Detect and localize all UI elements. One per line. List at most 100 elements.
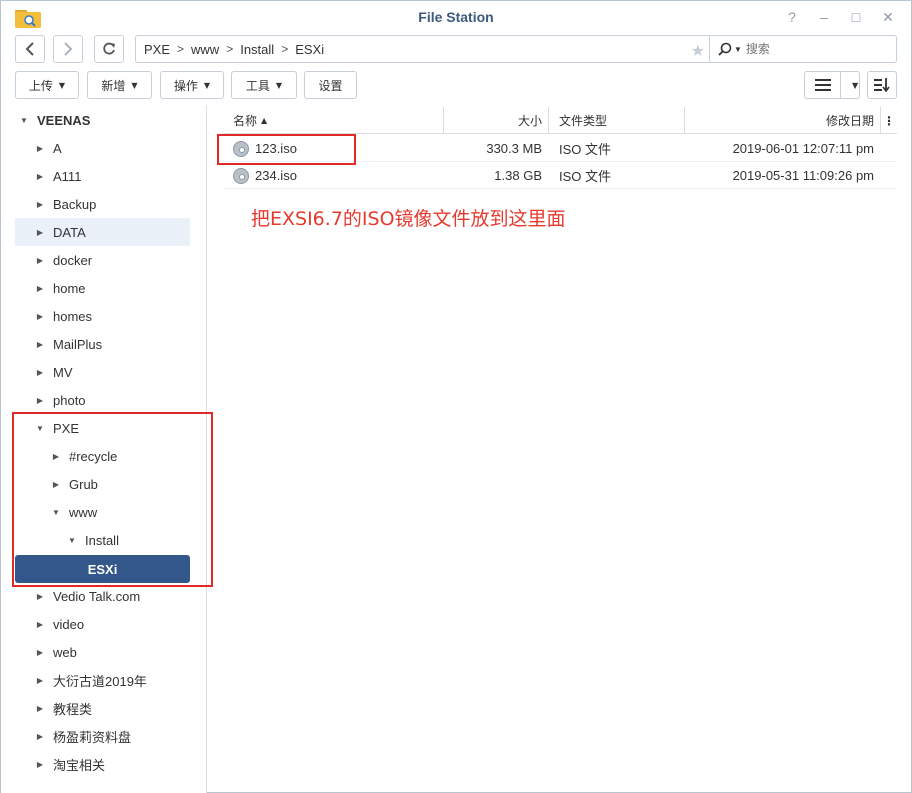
chevron-down-icon[interactable]: ▼ xyxy=(852,81,858,90)
breadcrumb-item-pxe[interactable]: PXE xyxy=(144,42,170,57)
chevron-left-icon xyxy=(25,42,34,56)
sidebar-item-a[interactable]: ▶ A xyxy=(15,134,190,162)
more-vertical-icon: ⋮ xyxy=(883,113,895,128)
back-button[interactable] xyxy=(15,35,45,63)
forward-button[interactable] xyxy=(53,35,83,63)
file-size: 1.38 GB xyxy=(494,168,542,183)
collapsed-arrow-icon[interactable]: ▶ xyxy=(35,760,45,769)
sidebar-item-label: web xyxy=(53,644,77,660)
tools-button[interactable]: 工具 ▼ xyxy=(231,71,297,99)
chevron-right-icon: > xyxy=(226,42,234,56)
column-header-name[interactable]: 名称 ▲ xyxy=(233,107,433,134)
collapsed-arrow-icon[interactable]: ▶ xyxy=(35,620,45,629)
sidebar-root[interactable]: ▼ VEENAS xyxy=(19,113,90,128)
file-station-window: File Station ? – □ ✕ PXE > www > Install… xyxy=(0,0,912,793)
collapsed-arrow-icon[interactable]: ▶ xyxy=(35,172,45,181)
sidebar-item-label: 教程类 xyxy=(53,701,93,717)
sort-button[interactable] xyxy=(867,71,897,99)
sidebar-item-label: 淘宝相关 xyxy=(53,757,106,773)
file-type: ISO 文件 xyxy=(559,142,612,157)
sidebar-item-web[interactable]: ▶ web xyxy=(15,638,190,666)
refresh-button[interactable] xyxy=(94,35,124,63)
star-icon[interactable]: ★ xyxy=(691,41,705,61)
search-box: ▼ xyxy=(709,35,897,63)
collapsed-arrow-icon[interactable]: ▶ xyxy=(35,732,45,741)
window-title: File Station xyxy=(418,9,494,25)
sidebar-item-homes[interactable]: ▶ homes xyxy=(15,302,190,330)
sort-icon xyxy=(874,78,890,92)
collapsed-arrow-icon[interactable]: ▶ xyxy=(35,340,45,349)
maximize-icon[interactable]: □ xyxy=(847,8,865,26)
sidebar-item-label: homes xyxy=(53,308,93,324)
breadcrumb-item-esxi[interactable]: ESXi xyxy=(295,42,324,57)
view-mode-button[interactable]: ▼ xyxy=(804,71,860,99)
sidebar-item-label: MV xyxy=(53,364,73,380)
sidebar-item-label: docker xyxy=(53,252,93,268)
sidebar-item-home[interactable]: ▶ home xyxy=(15,274,190,302)
sidebar-item-a111[interactable]: ▶ A111 xyxy=(15,162,190,190)
search-icon[interactable] xyxy=(718,42,732,56)
sidebar-item-yang-disk[interactable]: ▶ 杨盈莉资料盘 xyxy=(15,722,190,750)
collapsed-arrow-icon[interactable]: ▶ xyxy=(35,704,45,713)
column-options-button[interactable]: ⋮ xyxy=(881,107,897,134)
column-header-type[interactable]: 文件类型 xyxy=(559,107,679,134)
file-modified: 2019-05-31 11:09:26 pm xyxy=(732,168,874,183)
collapsed-arrow-icon[interactable]: ▶ xyxy=(35,200,45,209)
collapsed-arrow-icon[interactable]: ▶ xyxy=(35,256,45,265)
sidebar-item-label: Vedio Talk.com xyxy=(53,588,141,604)
sidebar-item-video[interactable]: ▶ video xyxy=(15,610,190,638)
breadcrumb-item-install[interactable]: Install xyxy=(240,42,274,57)
file-type: ISO 文件 xyxy=(559,169,612,184)
help-icon[interactable]: ? xyxy=(783,8,801,26)
action-button[interactable]: 操作 ▼ xyxy=(160,71,224,99)
chevron-down-icon: ▼ xyxy=(58,80,66,90)
upload-button[interactable]: 上传 ▼ xyxy=(15,71,79,99)
collapsed-arrow-icon[interactable]: ▶ xyxy=(35,312,45,321)
sidebar-item-backup[interactable]: ▶ Backup xyxy=(15,190,190,218)
sidebar-item-mv[interactable]: ▶ MV xyxy=(15,358,190,386)
sidebar-item-label: home xyxy=(53,280,86,296)
title-bar: File Station ? – □ ✕ xyxy=(1,1,911,33)
upload-label: 上传 xyxy=(28,78,53,93)
column-header-size[interactable]: 大小 xyxy=(444,107,542,134)
chevron-right-icon xyxy=(64,42,73,56)
settings-button[interactable]: 设置 xyxy=(304,71,357,99)
highlight-box-folder xyxy=(12,412,213,587)
sidebar-item-dayan-gudao[interactable]: ▶ 大衍古道2019年 xyxy=(15,666,190,694)
column-header-type-label: 文件类型 xyxy=(559,114,608,128)
minimize-icon[interactable]: – xyxy=(815,8,833,26)
collapsed-arrow-icon[interactable]: ▶ xyxy=(35,676,45,685)
sidebar-item-mailplus[interactable]: ▶ MailPlus xyxy=(15,330,190,358)
sidebar-item-photo[interactable]: ▶ photo xyxy=(15,386,190,414)
breadcrumb-item-www[interactable]: www xyxy=(191,42,219,57)
sidebar-item-label: MailPlus xyxy=(53,336,103,352)
sidebar-item-label: photo xyxy=(53,392,86,408)
file-size: 330.3 MB xyxy=(486,141,542,156)
create-button[interactable]: 新增 ▼ xyxy=(87,71,152,99)
sidebar-item-label: 大衍古道2019年 xyxy=(53,673,147,689)
collapsed-arrow-icon[interactable]: ▶ xyxy=(35,592,45,601)
column-header-size-label: 大小 xyxy=(517,114,542,128)
collapsed-arrow-icon[interactable]: ▶ xyxy=(35,396,45,405)
expanded-arrow-icon[interactable]: ▼ xyxy=(19,116,29,125)
chevron-right-icon: > xyxy=(177,42,185,56)
collapsed-arrow-icon[interactable]: ▶ xyxy=(35,228,45,237)
file-name: 234.iso xyxy=(255,168,297,183)
sidebar-item-taobao[interactable]: ▶ 淘宝相关 xyxy=(15,750,190,778)
search-input[interactable] xyxy=(745,42,886,56)
chevron-down-icon: ▼ xyxy=(131,80,138,90)
collapsed-arrow-icon[interactable]: ▶ xyxy=(35,144,45,153)
collapsed-arrow-icon[interactable]: ▶ xyxy=(35,368,45,377)
column-divider[interactable] xyxy=(548,107,549,134)
chevron-down-icon[interactable]: ▼ xyxy=(734,45,742,54)
collapsed-arrow-icon[interactable]: ▶ xyxy=(35,648,45,657)
table-row[interactable]: 234.iso 1.38 GB ISO 文件 2019-05-31 11:09:… xyxy=(223,162,897,189)
column-header-modified[interactable]: 修改日期 xyxy=(685,107,874,134)
sidebar-item-tutorials[interactable]: ▶ 教程类 xyxy=(15,694,190,722)
close-icon[interactable]: ✕ xyxy=(879,8,897,26)
sidebar-item-docker[interactable]: ▶ docker xyxy=(15,246,190,274)
breadcrumb: PXE > www > Install > ESXi ★ xyxy=(135,35,712,63)
disc-image-icon xyxy=(233,167,249,184)
collapsed-arrow-icon[interactable]: ▶ xyxy=(35,284,45,293)
sidebar-item-data[interactable]: ▶ DATA xyxy=(15,218,190,246)
